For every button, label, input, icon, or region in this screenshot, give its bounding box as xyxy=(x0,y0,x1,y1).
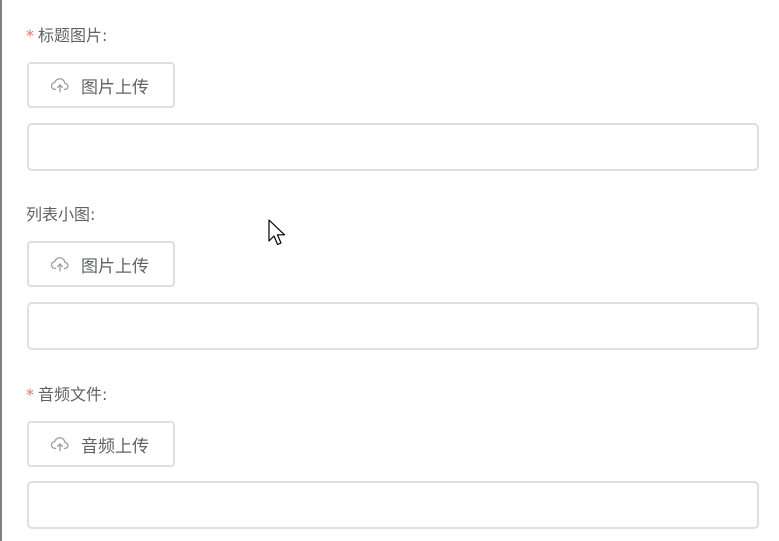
label-text: 列表小图: xyxy=(26,205,96,224)
upload-form: * 标题图片: 图片上传 列表小图: 图片上传 * 音频文件: 音频上传 xyxy=(0,0,779,541)
upload-cloud-icon xyxy=(51,436,69,452)
form-label-title-image: * 标题图片: xyxy=(26,25,759,47)
upload-button-label: 图片上传 xyxy=(81,77,149,98)
upload-cloud-icon xyxy=(51,256,69,272)
label-text: 标题图片: xyxy=(38,26,108,45)
mouse-pointer-icon xyxy=(268,219,286,246)
label-text: 音频文件: xyxy=(38,385,108,404)
list-thumbnail-url-input[interactable] xyxy=(27,302,759,350)
required-mark: * xyxy=(26,385,34,404)
title-image-url-input[interactable] xyxy=(27,123,759,171)
upload-button-label: 音频上传 xyxy=(81,436,149,457)
upload-cloud-icon xyxy=(51,77,69,93)
required-mark: * xyxy=(26,26,34,45)
form-label-list-thumbnail: 列表小图: xyxy=(26,204,759,226)
title-image-upload-button[interactable]: 图片上传 xyxy=(27,62,175,108)
form-label-audio-file: * 音频文件: xyxy=(26,384,759,406)
audio-upload-button[interactable]: 音频上传 xyxy=(27,421,175,467)
audio-file-url-input[interactable] xyxy=(27,481,759,529)
form-item-audio-file: * 音频文件: 音频上传 xyxy=(26,384,759,529)
upload-button-label: 图片上传 xyxy=(81,256,149,277)
form-item-list-thumbnail: 列表小图: 图片上传 xyxy=(26,204,759,350)
list-thumbnail-upload-button[interactable]: 图片上传 xyxy=(27,241,175,287)
form-item-title-image: * 标题图片: 图片上传 xyxy=(26,25,759,171)
